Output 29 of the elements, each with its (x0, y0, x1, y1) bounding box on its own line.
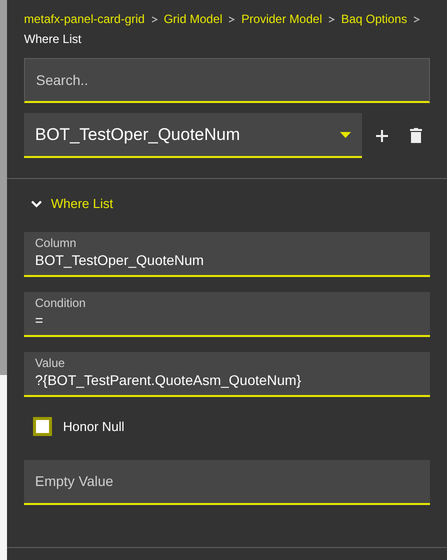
chevron-icon (328, 16, 336, 22)
field-value: = (35, 310, 44, 328)
field-label: Value (35, 356, 66, 370)
field-label: Column (35, 236, 78, 250)
chevron-icon (413, 16, 420, 22)
breadcrumb-link[interactable]: Provider Model (241, 10, 322, 28)
add-icon[interactable] (376, 130, 388, 142)
breadcrumb-link[interactable]: Baq Options (341, 10, 408, 28)
breadcrumb-link[interactable]: Grid Model (164, 10, 222, 28)
text-field[interactable]: Value ?{BOT_TestParent.QuoteAsm_QuoteNum} (24, 352, 430, 396)
chevron-icon (31, 200, 42, 208)
field-value: BOT_TestOper_QuoteNum (35, 250, 205, 268)
field-value: ?{BOT_TestParent.QuoteAsm_QuoteNum} (35, 370, 302, 388)
scrollbar[interactable] (0, 0, 7, 560)
section-header[interactable]: Where List (7, 179, 447, 214)
search-field[interactable]: Search.. (24, 58, 430, 103)
chevron-icon (150, 16, 158, 22)
caret-icon (340, 132, 351, 138)
checkbox-label: Honor Null (63, 418, 124, 436)
text-field[interactable]: Column BOT_TestOper_QuoteNum (24, 232, 430, 276)
input-field[interactable]: Empty Value (24, 460, 430, 504)
field-label: Condition (35, 296, 87, 310)
dropdown[interactable]: BOT_TestOper_QuoteNum (24, 113, 362, 158)
checkbox[interactable] (33, 417, 52, 436)
chevron-icon (228, 16, 236, 22)
trash-icon[interactable] (410, 128, 422, 143)
text-field[interactable]: Condition = (24, 292, 430, 336)
breadcrumb-link[interactable]: Where List (24, 30, 82, 48)
breadcrumb-link[interactable]: metafx-panel-card-grid (24, 10, 145, 28)
